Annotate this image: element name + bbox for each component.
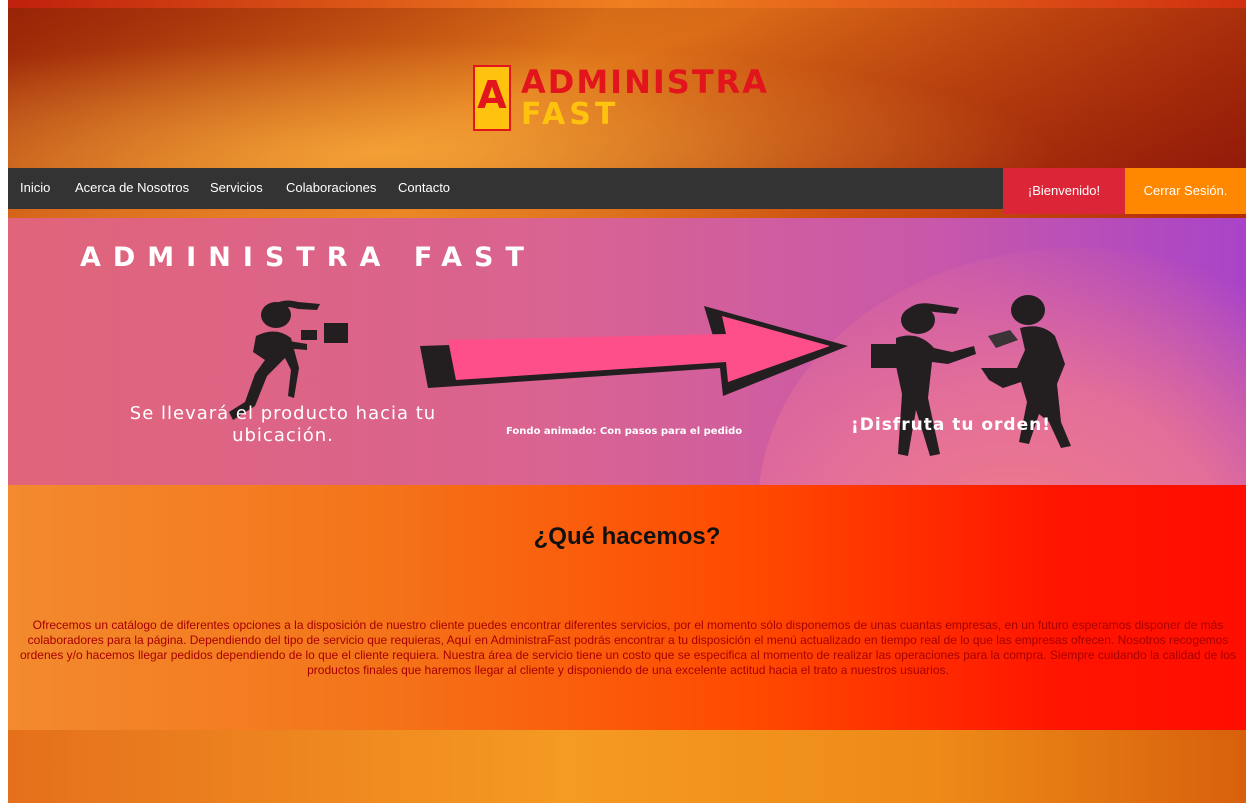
navbar: Inicio Acerca de Nosotros Servicios Cola…: [8, 168, 1246, 214]
logo-line2: FAST: [521, 97, 620, 132]
page: A ADMINISTRA FAST Inicio Acerca de Nosot…: [8, 0, 1246, 803]
site-logo[interactable]: A ADMINISTRA FAST: [473, 63, 773, 145]
nav-item-inicio[interactable]: Inicio: [20, 180, 50, 195]
nav-item-colaboraciones[interactable]: Colaboraciones: [286, 180, 376, 195]
hero-banner: ADMINISTRA FAST Se llevará el producto h…: [8, 218, 1246, 485]
banner-title: ADMINISTRA FAST: [80, 242, 536, 273]
header: A ADMINISTRA FAST: [8, 8, 1246, 168]
nav-item-servicios[interactable]: Servicios: [210, 180, 263, 195]
arrow-right-icon: [420, 306, 848, 396]
banner-step2-text: ¡Disfruta tu orden!: [851, 415, 1051, 435]
about-section: ¿Qué hacemos? Ofrecemos un catálogo de d…: [8, 485, 1246, 730]
logo-line1: ADMINISTRA: [521, 63, 770, 101]
footer-area: [8, 730, 1246, 803]
banner-caption: Fondo animado: Con pasos para el pedido: [506, 426, 743, 437]
banner-step1-text: Se llevará el producto hacia tu ubicació…: [129, 403, 437, 446]
welcome-button[interactable]: ¡Bienvenido!: [1003, 168, 1125, 214]
about-title: ¿Qué hacemos?: [533, 523, 721, 550]
nav-item-contacto[interactable]: Contacto: [398, 180, 450, 195]
nav-menu: Inicio Acerca de Nosotros Servicios Cola…: [8, 168, 1003, 209]
about-text: Ofrecemos un catálogo de diferentes opci…: [19, 618, 1237, 677]
top-strip: [8, 0, 1246, 8]
logo-letter-box: A: [473, 65, 511, 131]
logout-button[interactable]: Cerrar Sesión.: [1125, 168, 1246, 214]
logo-letter: A: [477, 73, 507, 117]
nav-item-acerca[interactable]: Acerca de Nosotros: [75, 180, 189, 195]
